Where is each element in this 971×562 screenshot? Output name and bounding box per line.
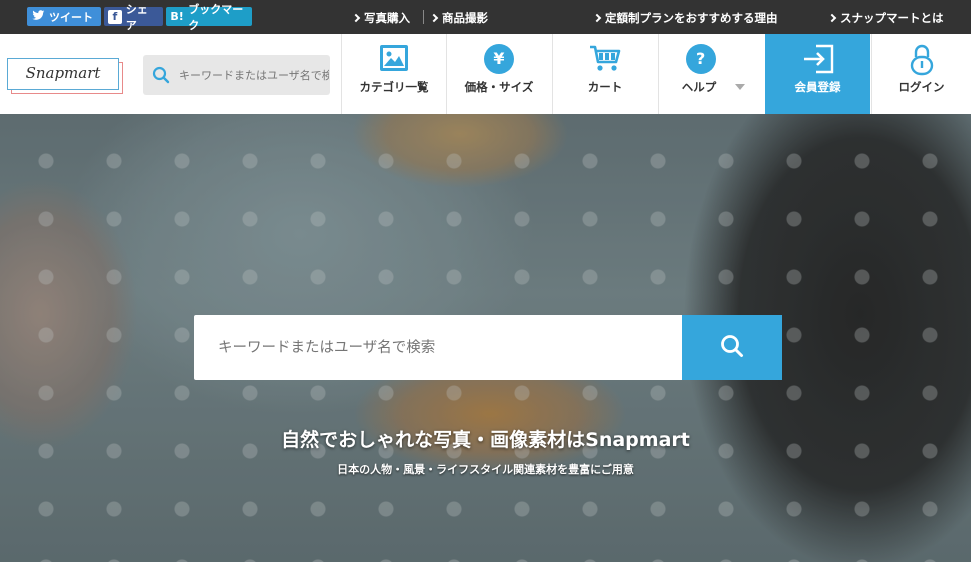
chevron-right-icon bbox=[351, 13, 361, 23]
tweet-label: ツイート bbox=[49, 10, 93, 24]
facebook-icon: f bbox=[108, 9, 122, 24]
logo-text: Snapmart bbox=[7, 58, 119, 90]
hero-search bbox=[194, 315, 782, 380]
share-label: シェア bbox=[125, 2, 148, 32]
chevron-right-icon bbox=[592, 13, 602, 23]
nav-signup[interactable]: 会員登録 bbox=[765, 34, 870, 114]
search-icon bbox=[720, 334, 744, 362]
nav-cart[interactable]: カート bbox=[552, 34, 657, 114]
nav-category-label: カテゴリ一覧 bbox=[359, 80, 429, 94]
cart-icon bbox=[589, 44, 621, 76]
hero-subtagline: 日本の人物・風景・ライフスタイル関連素材を豊富にご用意 bbox=[337, 463, 634, 476]
nav-signup-label: 会員登録 bbox=[794, 80, 841, 94]
toplink-photo-purchase[interactable]: 写真購入 bbox=[351, 10, 410, 26]
hero-search-input[interactable] bbox=[194, 315, 682, 380]
nav-login[interactable]: ログイン bbox=[871, 34, 971, 114]
chevron-right-icon bbox=[827, 13, 837, 23]
facebook-share-button[interactable]: f シェア bbox=[104, 3, 163, 32]
nav-cart-label: カート bbox=[587, 80, 623, 94]
header: Snapmart カテゴリ一覧 ¥ 価格・サイズ カート ? ヘルプ 会員登録 bbox=[0, 34, 971, 114]
hero-tagline: 自然でおしゃれな写真・画像素材はSnapmart bbox=[281, 429, 690, 451]
help-icon: ? bbox=[685, 44, 716, 74]
header-search bbox=[143, 55, 330, 95]
bookmark-label: ブックマーク bbox=[188, 2, 244, 32]
nav-category[interactable]: カテゴリ一覧 bbox=[341, 34, 446, 114]
yen-icon: ¥ bbox=[484, 44, 514, 74]
search-icon[interactable] bbox=[152, 66, 170, 88]
toplink-product-shooting[interactable]: 商品撮影 bbox=[429, 10, 488, 26]
hero-banner: 自然でおしゃれな写真・画像素材はSnapmart 日本の人物・風景・ライフスタイ… bbox=[0, 114, 971, 562]
lock-icon bbox=[910, 44, 934, 80]
image-icon bbox=[379, 44, 409, 76]
top-bar: ツイート f シェア B! ブックマーク 写真購入 商品撮影 定額制プランをおす… bbox=[0, 0, 971, 34]
hero-search-button[interactable] bbox=[682, 315, 782, 380]
twitter-icon bbox=[31, 9, 45, 24]
nav-price-label: 価格・サイズ bbox=[464, 80, 534, 94]
toplink-about[interactable]: スナップマートとは bbox=[827, 10, 944, 26]
hatena-bookmark-button[interactable]: B! ブックマーク bbox=[166, 3, 252, 32]
nav-price[interactable]: ¥ 価格・サイズ bbox=[446, 34, 551, 114]
nav-login-label: ログイン bbox=[898, 80, 945, 94]
header-search-input[interactable] bbox=[179, 55, 329, 95]
signup-icon bbox=[802, 44, 834, 78]
logo[interactable]: Snapmart bbox=[7, 58, 123, 94]
hatena-icon: B! bbox=[170, 9, 184, 23]
nav-help[interactable]: ? ヘルプ bbox=[658, 34, 763, 114]
toplink-divider bbox=[423, 10, 424, 24]
chevron-right-icon bbox=[429, 13, 439, 23]
chevron-down-icon bbox=[735, 84, 745, 90]
tweet-button[interactable]: ツイート bbox=[27, 7, 101, 26]
toplink-subscription-reason[interactable]: 定額制プランをおすすめする理由 bbox=[592, 10, 778, 26]
